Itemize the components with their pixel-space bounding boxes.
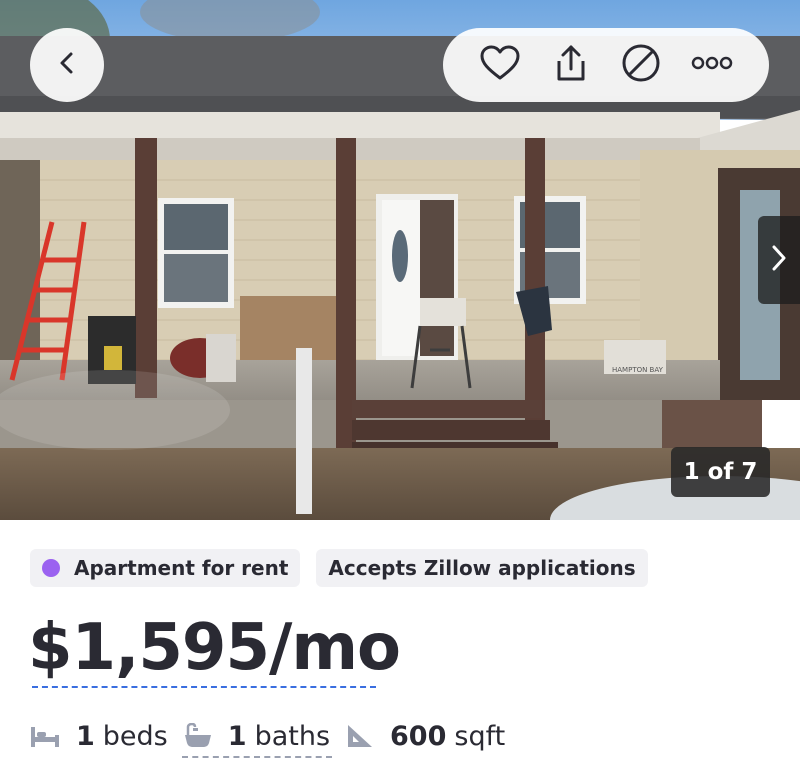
- share-button[interactable]: [547, 41, 595, 89]
- photo-counter: 1 of 7: [671, 447, 770, 497]
- listing-photo[interactable]: HAMPTON BAY 1 of 7: [0, 0, 800, 520]
- beds-unit: beds: [102, 720, 168, 752]
- hide-icon: [621, 43, 661, 88]
- hide-button[interactable]: [617, 41, 665, 89]
- bathtub-icon: [184, 723, 212, 749]
- listing-price[interactable]: $1,595/mo: [28, 608, 401, 688]
- photo-actions-bar: [443, 28, 769, 102]
- box-print-text: HAMPTON BAY: [612, 366, 664, 374]
- share-icon: [551, 43, 591, 88]
- applications-label: Accepts Zillow applications: [328, 556, 636, 580]
- listing-type-chip: Apartment for rent: [30, 549, 301, 587]
- more-icon: [691, 55, 733, 76]
- ruler-triangle-icon: [346, 723, 374, 749]
- baths-underline: [182, 756, 332, 758]
- baths-fact[interactable]: 1 baths: [184, 721, 330, 752]
- beds-value: 1: [76, 720, 95, 752]
- beds-fact: 1 beds: [30, 721, 168, 752]
- more-button[interactable]: [688, 41, 736, 89]
- status-dot: [42, 559, 60, 577]
- baths-value: 1: [227, 720, 247, 752]
- applications-chip: Accepts Zillow applications: [316, 549, 648, 587]
- next-photo-button[interactable]: [758, 216, 800, 304]
- price-underline: [32, 686, 376, 688]
- bed-icon: [30, 725, 60, 747]
- sqft-unit: sqft: [454, 720, 506, 752]
- sqft-value: 600: [390, 720, 447, 752]
- sqft-fact: 600 sqft: [346, 721, 505, 752]
- listing-chips: Apartment for rent Accepts Zillow applic…: [30, 549, 648, 587]
- listing-facts: 1 beds 1 baths 600 sqft: [30, 716, 505, 756]
- chevron-right-icon: [768, 243, 790, 278]
- chevron-left-icon: [53, 49, 81, 82]
- save-button[interactable]: [476, 41, 524, 89]
- listing-type-label: Apartment for rent: [74, 556, 289, 580]
- back-button[interactable]: [30, 28, 104, 102]
- heart-icon: [480, 45, 520, 86]
- baths-unit: baths: [254, 720, 331, 752]
